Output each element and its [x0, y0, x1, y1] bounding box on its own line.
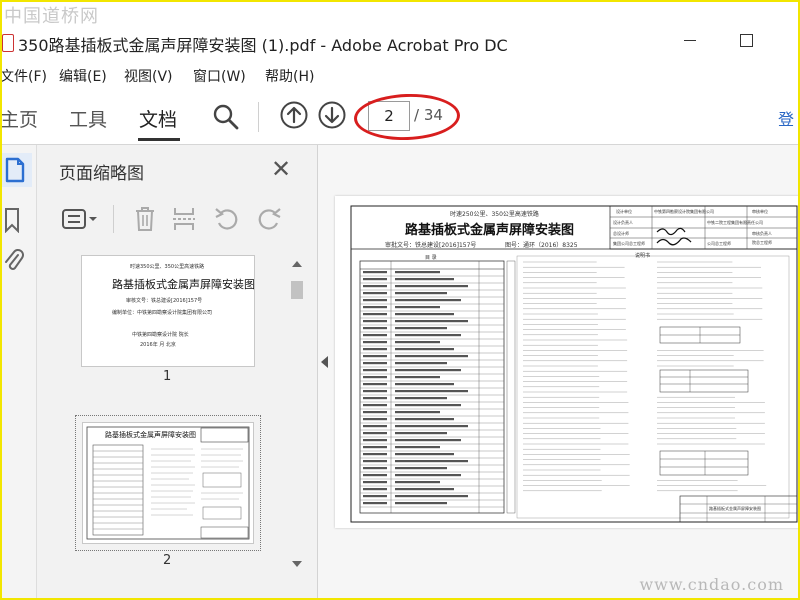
tb-approval-unit: 审核单位 [752, 209, 768, 214]
toolbar-separator [258, 102, 259, 132]
tab-home[interactable]: 主页 [0, 105, 38, 132]
tb-footer-title: 路基插板式金属声屏障安装图 [709, 506, 761, 511]
thumbnail-number-1: 1 [163, 369, 172, 384]
panel-title: 页面缩略图 [59, 164, 144, 184]
thumbnail-page-1[interactable]: 时速350公里、350公里高速铁路 路基插板式金属声屏障安装图 审核文号：铁总建… [81, 255, 255, 367]
thumb1-line5: 中铁第四勘察设计院 院长 [132, 332, 189, 338]
scroll-down-icon[interactable] [291, 559, 303, 569]
toolbar: 主页 工具 文档 2 / 34 登 [0, 90, 800, 145]
thumb1-line3: 审核文号：铁总建设[2016]157号 [126, 298, 203, 304]
rotate-left-icon[interactable] [213, 205, 241, 233]
menu-help[interactable]: 帮助(H) [265, 66, 314, 86]
page-thumbnails-panel: 页面缩略图 ✕ 时速350公里、350公里高速铁路 路基插板式金属声屏障安装图 … [37, 145, 318, 600]
menu-view[interactable]: 视图(V) [124, 66, 173, 86]
tb-role-2: 总设计师 [613, 231, 629, 236]
attachments-icon[interactable] [2, 247, 24, 275]
window-title: 350路基插板式金属声屏障安装图 (1).pdf - Adobe Acrobat… [18, 36, 508, 55]
menu-window[interactable]: 窗口(W) [193, 66, 246, 86]
maximize-button[interactable] [740, 34, 753, 47]
thumbnail-number-2: 2 [163, 553, 172, 568]
bookmarks-icon[interactable] [4, 207, 20, 233]
delete-page-icon[interactable] [133, 205, 157, 233]
tb-design-unit: 设计单位 [616, 209, 632, 214]
close-icon[interactable]: ✕ [271, 155, 291, 183]
tb-role-right-3: 公司总工程师 [707, 241, 731, 246]
doc-title: 路基插板式金属声屏障安装图 [405, 223, 575, 238]
doc-header-line: 时速250公里、350公里高速铁路 [450, 211, 539, 218]
tb-role-3: 集团公司总工程师 [613, 241, 645, 246]
menu-bar: 文件(F) 编辑(E) 视图(V) 窗口(W) 帮助(H) [0, 62, 800, 86]
collapse-panel-icon[interactable] [321, 356, 328, 368]
tb-role-right-2: 院总工程师 [752, 240, 772, 245]
active-tab-indicator [138, 138, 180, 141]
navigation-rail [0, 145, 37, 600]
next-page-icon[interactable] [317, 100, 347, 130]
menu-file[interactable]: 文件(F) [0, 66, 47, 86]
tab-document[interactable]: 文档 [139, 105, 177, 132]
thumb2-drawing [86, 426, 250, 540]
thumb1-line6: 2016年 月 北京 [140, 342, 176, 348]
tb-approval-unit-name: 中铁二院工程集团有限责任公司 [707, 220, 763, 225]
sign-in-link[interactable]: 登 [778, 106, 794, 130]
prev-page-icon[interactable] [279, 100, 309, 130]
tb-role-right-1: 审核负责人 [752, 231, 772, 236]
tb-design-unit-name: 中铁第四勘察设计院集团有限公司 [654, 209, 714, 214]
thumb1-line4: 编制单位：中铁第四勘察设计院集团有限公司 [112, 310, 213, 316]
doc-approval: 审批文号：铁总建设[2016]157号 [385, 242, 477, 249]
tab-tools[interactable]: 工具 [69, 105, 107, 132]
title-bar: 350路基插板式金属声屏障安装图 (1).pdf - Adobe Acrobat… [0, 22, 800, 62]
thumb1-line1: 时速350公里、350公里高速铁路 [130, 264, 205, 270]
options-menu-icon[interactable] [61, 207, 99, 231]
document-page[interactable]: 时速250公里、350公里高速铁路 路基插板式金属声屏障安装图 审批文号：铁总建… [335, 196, 800, 528]
thumbnail-scrollbar-thumb[interactable] [291, 281, 303, 299]
thumbnail-page-2[interactable]: 路基插板式金属声屏障安装图 [82, 422, 254, 544]
doc-drawing-number: 图号：通环（2016）8325 [505, 242, 578, 249]
minimize-button[interactable] [684, 40, 696, 41]
tb-role-1: 设计负责人 [613, 220, 633, 225]
panel-toolbar [37, 197, 317, 243]
page-thumbnails-icon[interactable] [5, 157, 25, 183]
notes-heading: 说明书 [635, 253, 651, 259]
extract-page-icon[interactable] [171, 205, 197, 233]
annotation-ellipse [353, 92, 461, 142]
watermark-bottom: www.cndao.com [639, 575, 784, 594]
menu-edit[interactable]: 编辑(E) [59, 66, 107, 86]
pdf-file-icon [2, 34, 14, 52]
search-icon[interactable] [212, 103, 240, 131]
toc-heading: 目 录 [425, 255, 437, 261]
panel-toolbar-separator [113, 205, 114, 233]
thumb1-title: 路基插板式金属声屏障安装图 [112, 278, 255, 291]
thumbnail-list: 时速350公里、350公里高速铁路 路基插板式金属声屏障安装图 审核文号：铁总建… [37, 245, 287, 600]
watermark-top: 中国道桥网 [4, 6, 99, 27]
scroll-up-icon[interactable] [291, 259, 303, 269]
rotate-right-icon[interactable] [255, 205, 283, 233]
